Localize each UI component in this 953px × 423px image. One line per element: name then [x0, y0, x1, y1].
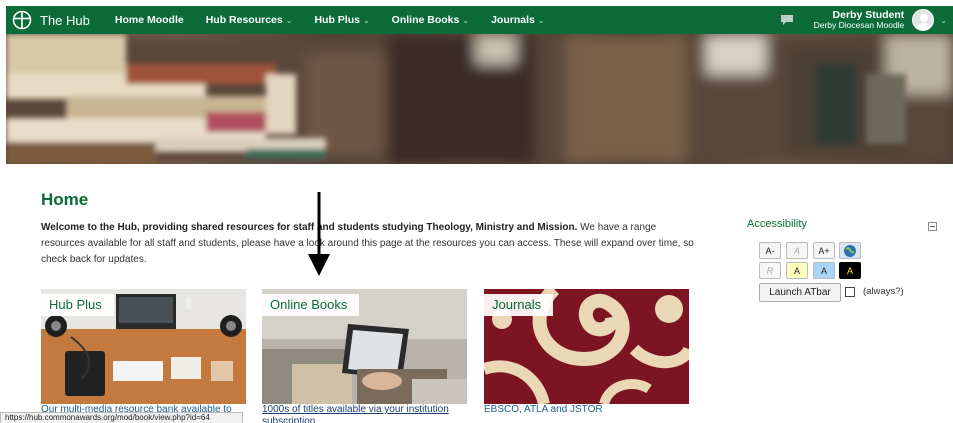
nav-journals[interactable]: Journals ⌄: [491, 14, 544, 26]
atbar-globe-button[interactable]: [839, 242, 861, 259]
user-area: Derby Student Derby Diocesan Moodle ⌄: [780, 6, 953, 34]
launch-atbar-button[interactable]: Launch ATbar: [759, 283, 841, 302]
tile-label: Online Books: [262, 294, 360, 316]
chevron-down-icon[interactable]: ⌄: [940, 16, 947, 25]
nav-label: Hub Resources: [205, 14, 283, 26]
top-navbar: The Hub Home Moodle Hub Resources ⌄ Hub P…: [6, 6, 953, 34]
hero-banner-image: [6, 34, 953, 164]
tile-label: Journals: [484, 294, 554, 316]
hub-cross-logo-icon: [12, 10, 32, 30]
brand-link[interactable]: The Hub: [12, 10, 90, 30]
decrease-text-button[interactable]: A-: [759, 242, 781, 259]
nav-label: Online Books: [391, 14, 460, 26]
nav-hub-plus[interactable]: Hub Plus ⌄: [314, 14, 369, 26]
chevron-down-icon: ⌄: [362, 15, 370, 25]
high-contrast-button[interactable]: A: [839, 262, 861, 279]
tile-journals[interactable]: Journals: [484, 289, 689, 404]
caption-link-more[interactable]: subscription: [262, 416, 315, 423]
collapse-block-icon[interactable]: [928, 222, 937, 231]
accessibility-title: Accessibility: [747, 218, 807, 230]
tile-label: Hub Plus: [41, 294, 114, 316]
caption-link[interactable]: 1000s of titles available via your insti…: [262, 404, 449, 415]
nav-label: Journals: [491, 14, 535, 26]
down-arrow-icon: [308, 192, 330, 276]
blue-theme-button[interactable]: A: [813, 262, 835, 279]
user-avatar-icon[interactable]: [912, 9, 935, 31]
nav-label: Home Moodle: [114, 14, 184, 26]
status-bar-url: https://hub.commonawards.org/mod/book/vi…: [0, 412, 243, 423]
tile-caption-online-books[interactable]: 1000s of titles available via your insti…: [262, 404, 449, 423]
increase-text-button[interactable]: A+: [813, 242, 835, 259]
yellow-theme-button[interactable]: A: [786, 262, 808, 279]
always-label: (always?): [863, 286, 904, 297]
nav-online-books[interactable]: Online Books ⌄: [392, 14, 469, 26]
brand-name: The Hub: [40, 12, 90, 28]
user-menu[interactable]: Derby Student Derby Diocesan Moodle: [814, 10, 905, 30]
globe-icon: [844, 244, 856, 257]
tile-hub-plus[interactable]: Hub Plus: [41, 289, 246, 404]
nav-home-moodle[interactable]: Home Moodle: [115, 14, 184, 26]
nav-label: Hub Plus: [314, 14, 360, 26]
always-checkbox[interactable]: [845, 287, 855, 297]
chevron-down-icon: ⌄: [462, 15, 470, 25]
tile-online-books[interactable]: Online Books: [262, 289, 467, 404]
chevron-down-icon: ⌄: [537, 15, 545, 25]
bookshelf-photo: [6, 34, 953, 164]
user-site: Derby Diocesan Moodle: [813, 20, 905, 31]
chat-bubble-icon[interactable]: [780, 14, 794, 26]
nav-hub-resources[interactable]: Hub Resources ⌄: [206, 14, 293, 26]
chevron-down-icon: ⌄: [285, 15, 293, 25]
intro-text: Welcome to the Hub, providing shared res…: [41, 220, 701, 268]
reset-colour-button[interactable]: R: [759, 262, 781, 279]
tile-caption-journals[interactable]: EBSCO, ATLA and JSTOR: [484, 404, 603, 415]
reset-text-button[interactable]: A: [786, 242, 808, 259]
page-title: Home: [41, 190, 89, 209]
